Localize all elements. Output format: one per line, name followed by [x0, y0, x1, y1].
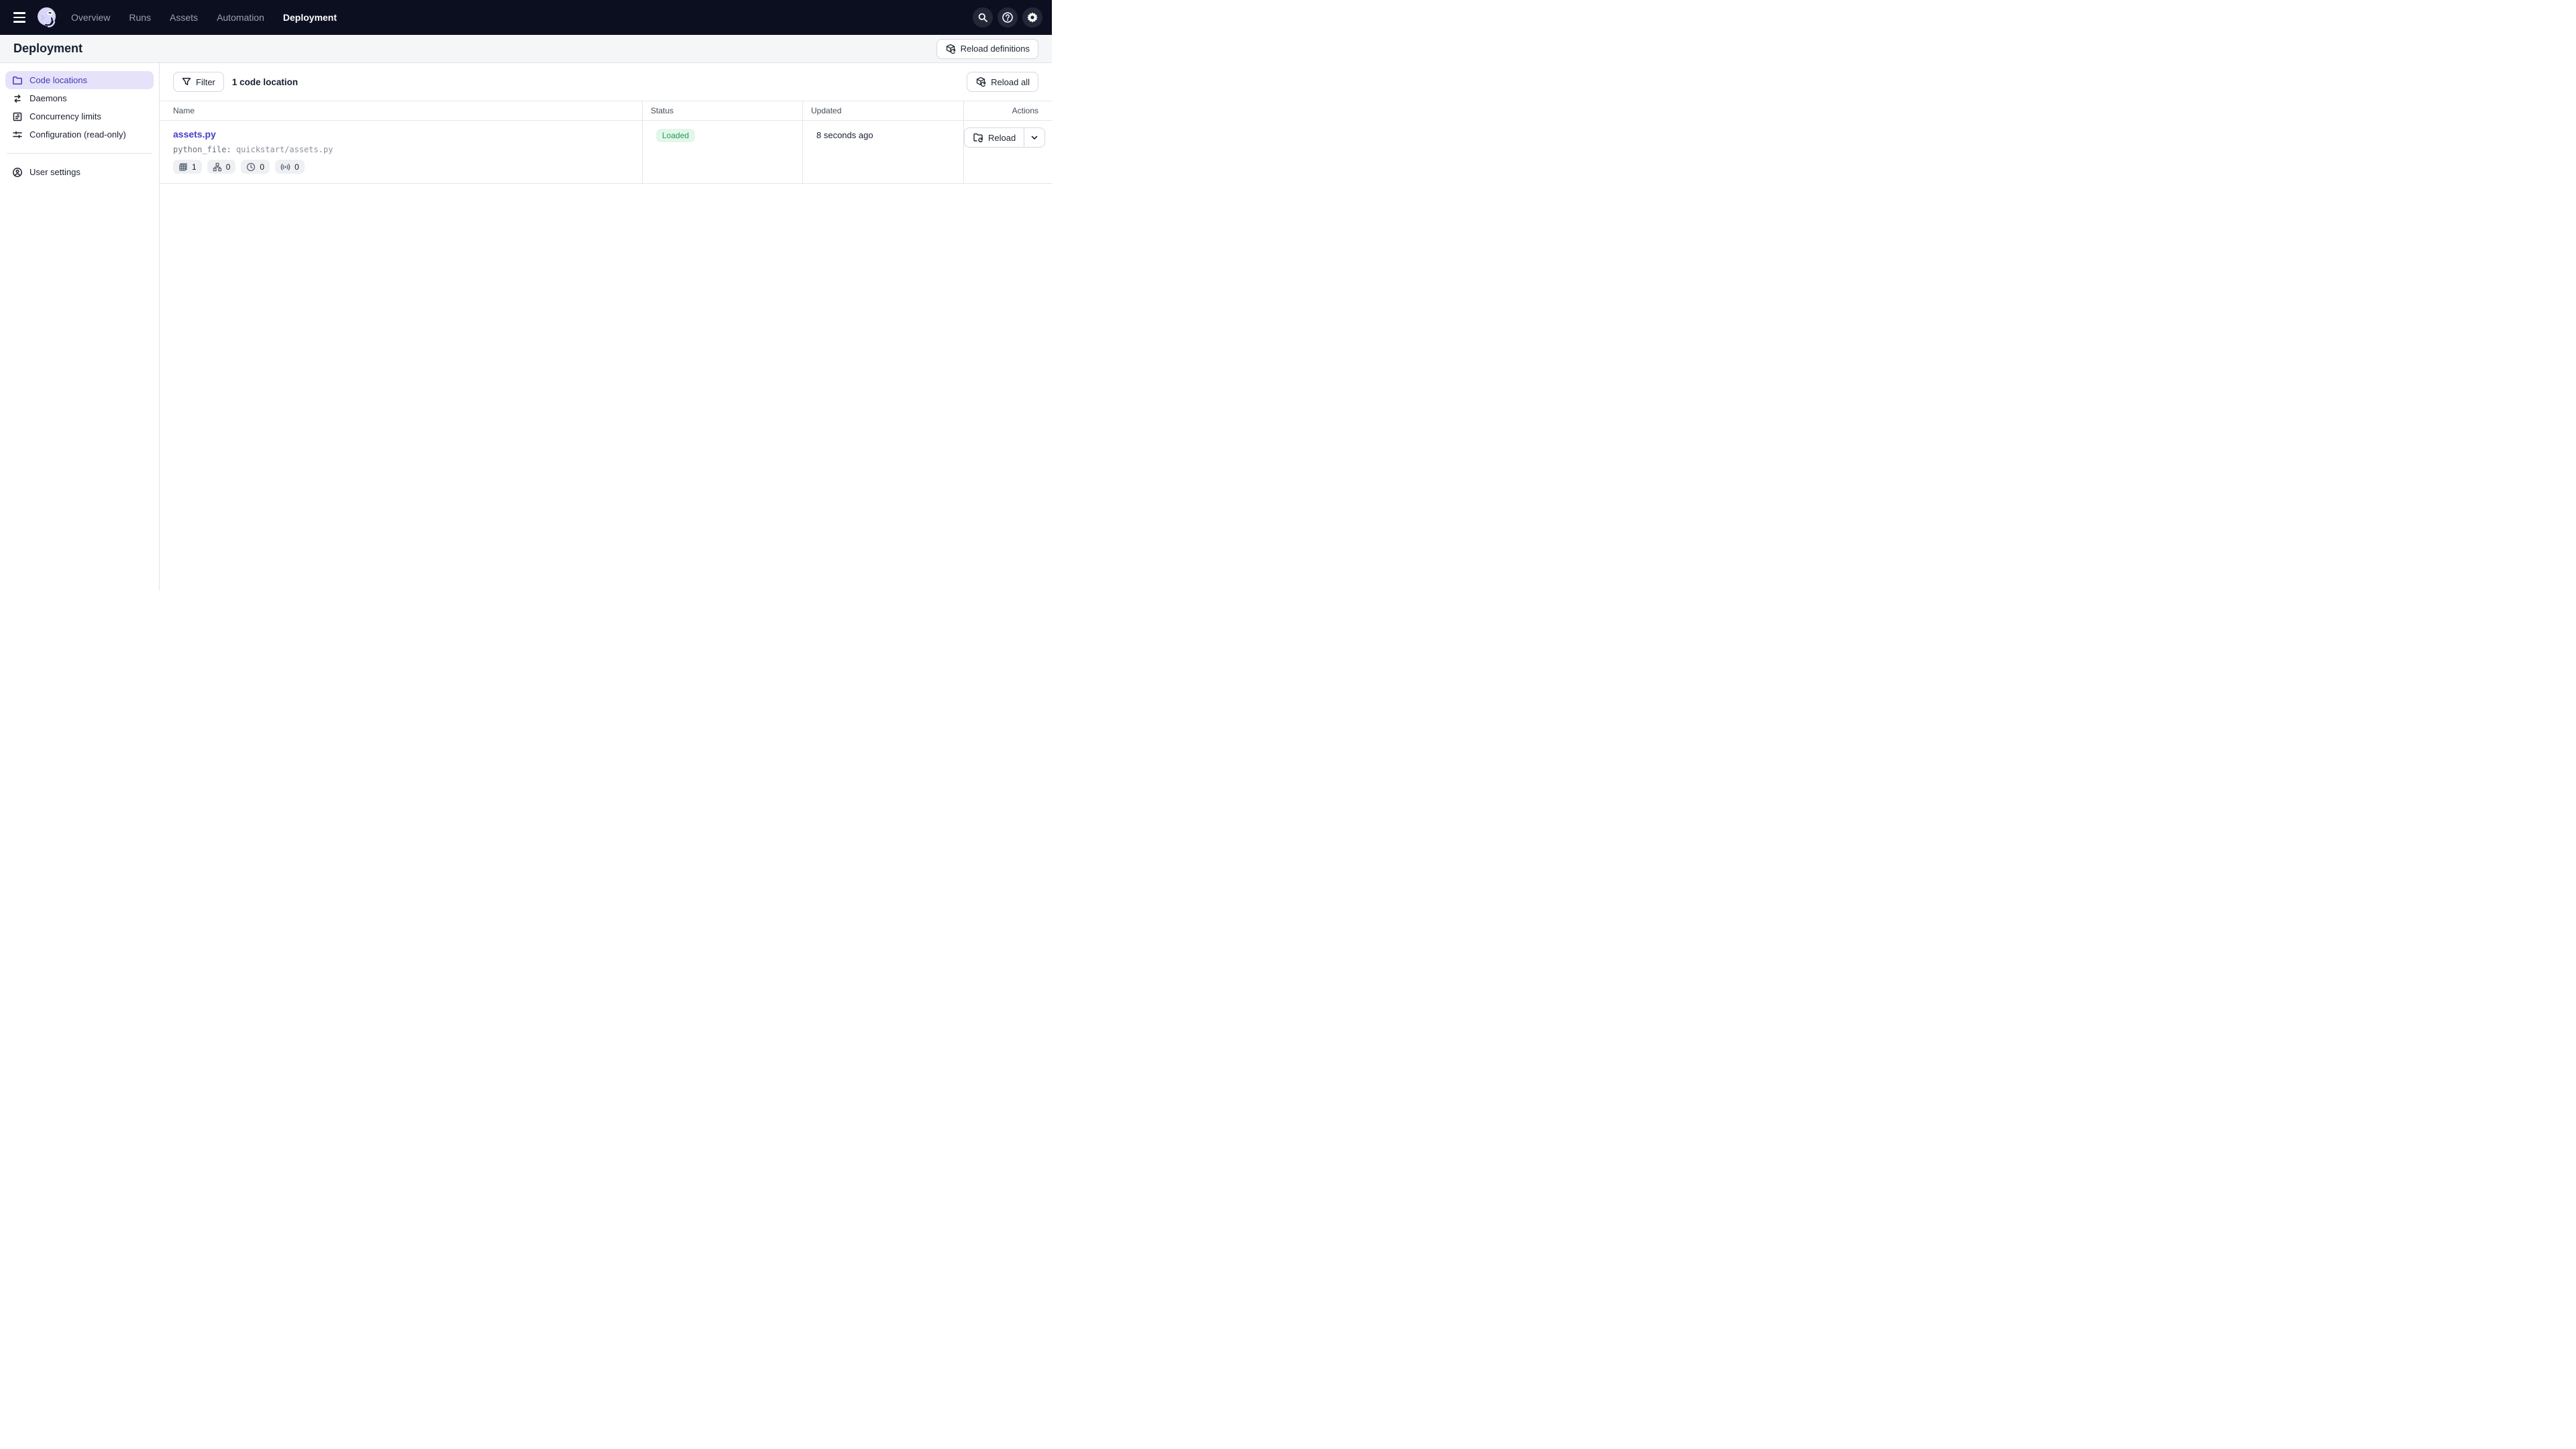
- nav-item-deployment[interactable]: Deployment: [283, 12, 337, 23]
- filter-label: Filter: [196, 77, 215, 87]
- code-location-count: 1 code location: [232, 77, 298, 87]
- job-count-value: 0: [226, 162, 231, 172]
- nav-item-assets[interactable]: Assets: [170, 12, 198, 23]
- sidebar-item-label: User settings: [30, 167, 80, 177]
- sidebar-divider: [7, 153, 152, 154]
- column-header-actions: Actions: [964, 101, 1052, 120]
- main-content: Filter 1 code location Reload all Name S…: [160, 63, 1052, 591]
- updated-cell: 8 seconds ago: [803, 121, 964, 183]
- sidebar-item-concurrency-limits[interactable]: Concurrency limits: [5, 107, 154, 125]
- reload-all-button[interactable]: Reload all: [967, 72, 1038, 92]
- sensor-count-badge[interactable]: 0: [275, 160, 305, 174]
- reload-all-icon: [975, 76, 986, 87]
- column-header-name: Name: [160, 101, 643, 120]
- reload-definitions-label: Reload definitions: [961, 44, 1030, 54]
- sliders-icon: [12, 129, 23, 140]
- meta-label: python_file:: [173, 145, 231, 154]
- reload-button[interactable]: Reload: [965, 128, 1024, 147]
- sidebar-item-user-settings[interactable]: User settings: [5, 163, 154, 181]
- reload-split-button: Reload: [964, 127, 1045, 148]
- status-cell: Loaded: [643, 121, 803, 183]
- column-header-updated: Updated: [803, 101, 964, 120]
- table-row: assets.py python_file: quickstart/assets…: [160, 121, 1052, 184]
- schedule-count-icon: [246, 162, 256, 172]
- job-count-badge[interactable]: 0: [207, 160, 236, 174]
- status-badge: Loaded: [656, 129, 695, 142]
- document-lines-icon: [12, 111, 23, 122]
- meta-value: quickstart/assets.py: [236, 145, 333, 154]
- page-title: Deployment: [13, 42, 83, 56]
- reload-options-chevron-down-icon[interactable]: [1024, 128, 1044, 147]
- top-nav: Overview Runs Assets Automation Deployme…: [0, 0, 1052, 35]
- reload-folder-icon: [973, 132, 983, 143]
- sensor-count-value: 0: [294, 162, 299, 172]
- sidebar-item-label: Concurrency limits: [30, 111, 101, 121]
- sensor-count-icon: [280, 162, 290, 172]
- sidebar-item-label: Configuration (read-only): [30, 129, 126, 140]
- code-locations-table: Name Status Updated Actions assets.py py…: [160, 101, 1052, 184]
- primary-nav: Overview Runs Assets Automation Deployme…: [71, 12, 337, 23]
- reload-button-label: Reload: [988, 133, 1016, 143]
- asset-count-badge[interactable]: 1: [173, 160, 202, 174]
- name-cell: assets.py python_file: quickstart/assets…: [160, 121, 643, 183]
- search-icon[interactable]: [973, 7, 993, 28]
- menu-icon[interactable]: [9, 7, 30, 28]
- user-icon: [12, 167, 23, 178]
- dagster-logo-icon[interactable]: [35, 5, 59, 30]
- nav-item-overview[interactable]: Overview: [71, 12, 110, 23]
- reload-all-label: Reload all: [991, 77, 1030, 87]
- table-header: Name Status Updated Actions: [160, 101, 1052, 121]
- job-count-icon: [213, 162, 222, 172]
- schedule-count-value: 0: [260, 162, 264, 172]
- code-location-link[interactable]: assets.py: [173, 129, 216, 140]
- folder-icon: [12, 75, 23, 86]
- filter-button[interactable]: Filter: [173, 72, 224, 92]
- reload-definitions-icon: [945, 44, 956, 54]
- sidebar-item-label: Code locations: [30, 75, 87, 85]
- settings-gear-icon[interactable]: [1022, 7, 1042, 28]
- daemons-icon: [12, 93, 23, 104]
- sidebar-item-daemons[interactable]: Daemons: [5, 89, 154, 107]
- nav-item-runs[interactable]: Runs: [129, 12, 151, 23]
- page-header: Deployment Reload definitions: [0, 35, 1052, 63]
- schedule-count-badge[interactable]: 0: [241, 160, 270, 174]
- asset-count-icon: [178, 162, 188, 172]
- actions-cell: Reload: [964, 121, 1059, 183]
- definition-counts: 1 0: [173, 160, 634, 174]
- reload-definitions-button[interactable]: Reload definitions: [936, 39, 1038, 59]
- nav-item-automation[interactable]: Automation: [217, 12, 264, 23]
- code-location-meta: python_file: quickstart/assets.py: [173, 145, 634, 154]
- deployment-sidebar: Code locations Daemons Concurrency limit…: [0, 63, 160, 591]
- sidebar-item-code-locations[interactable]: Code locations: [5, 71, 154, 89]
- sidebar-item-configuration[interactable]: Configuration (read-only): [5, 125, 154, 144]
- code-locations-toolbar: Filter 1 code location Reload all: [160, 63, 1052, 101]
- column-header-status: Status: [643, 101, 803, 120]
- asset-count-value: 1: [192, 162, 197, 172]
- sidebar-item-label: Daemons: [30, 93, 67, 103]
- help-icon[interactable]: [998, 7, 1018, 28]
- filter-funnel-icon: [182, 77, 191, 87]
